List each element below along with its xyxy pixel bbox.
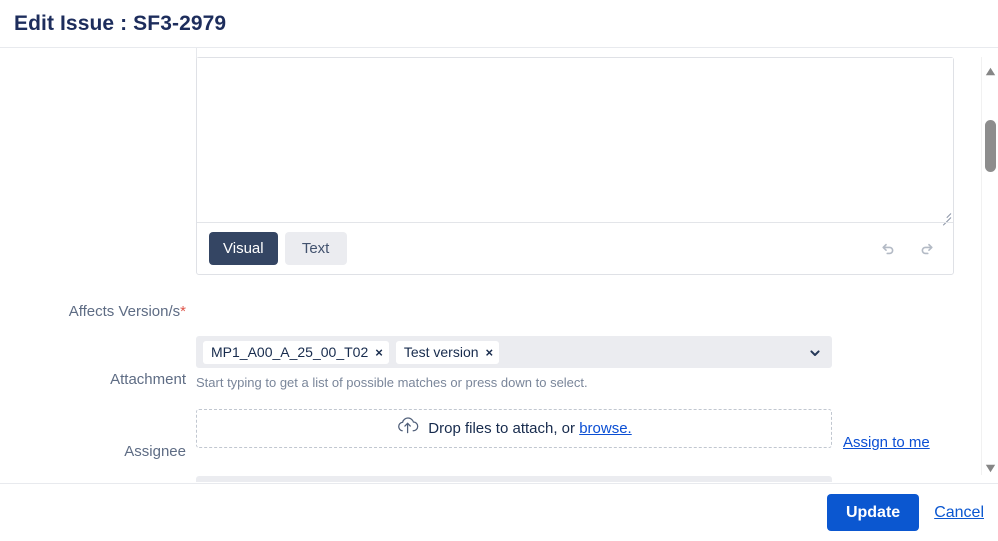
remove-version-tag-icon[interactable]: ×	[486, 346, 494, 359]
dialog-footer: Update Cancel	[0, 483, 998, 541]
chevron-down-icon[interactable]	[809, 346, 821, 358]
version-tag[interactable]: MP1_A00_A_25_00_T02 ×	[203, 340, 389, 364]
cloud-upload-icon	[396, 416, 419, 441]
version-tag[interactable]: Test version ×	[395, 340, 500, 364]
affects-versions-field[interactable]: MP1_A00_A_25_00_T02 × Test version ×	[196, 336, 832, 368]
description-textarea[interactable]	[197, 58, 953, 219]
assign-to-me-link[interactable]: Assign to me	[843, 434, 930, 451]
dropzone-text: Drop files to attach, or browse.	[428, 420, 631, 437]
editor-toolbar: Visual Text	[197, 223, 953, 274]
version-tag-label: Test version	[403, 344, 479, 360]
affects-versions-label: Affects Version/s*	[14, 303, 186, 320]
affects-versions-label-text: Affects Version/s	[68, 303, 181, 320]
assignee-label: Assignee	[124, 443, 186, 460]
scroll-down-arrow-icon[interactable]	[985, 460, 996, 473]
dialog-header: Edit Issue : SF3-2979	[0, 0, 998, 47]
dialog-body: Visual Text Affects Version/s* MP1_A00_A…	[0, 48, 998, 482]
affects-versions-hint: Start typing to get a list of possible m…	[196, 375, 588, 390]
text-mode-button[interactable]: Text	[284, 232, 347, 265]
description-editor: Visual Text	[196, 57, 954, 275]
update-button[interactable]: Update	[826, 494, 920, 531]
undo-icon[interactable]	[874, 235, 902, 263]
scroll-up-arrow-icon[interactable]	[985, 63, 996, 76]
redo-icon[interactable]	[913, 235, 941, 263]
dropzone-label: Drop files to attach, or	[428, 420, 576, 437]
scrollbar-thumb[interactable]	[985, 120, 996, 172]
attachment-label: Attachment	[110, 371, 186, 388]
vertical-scrollbar[interactable]	[981, 57, 998, 475]
attachment-dropzone[interactable]: Drop files to attach, or browse.	[196, 409, 832, 448]
cancel-link[interactable]: Cancel	[934, 504, 984, 522]
page-title: Edit Issue : SF3-2979	[14, 11, 227, 35]
remove-version-tag-icon[interactable]: ×	[375, 346, 383, 359]
edit-issue-dialog: Edit Issue : SF3-2979 Visual Text Affect…	[0, 0, 998, 541]
version-tag-label: MP1_A00_A_25_00_T02	[211, 344, 369, 360]
required-asterisk: *	[180, 303, 186, 320]
visual-mode-button[interactable]: Visual	[209, 232, 278, 265]
assignee-field[interactable]: ? Unassigned	[196, 476, 832, 482]
browse-link[interactable]: browse.	[579, 420, 632, 437]
